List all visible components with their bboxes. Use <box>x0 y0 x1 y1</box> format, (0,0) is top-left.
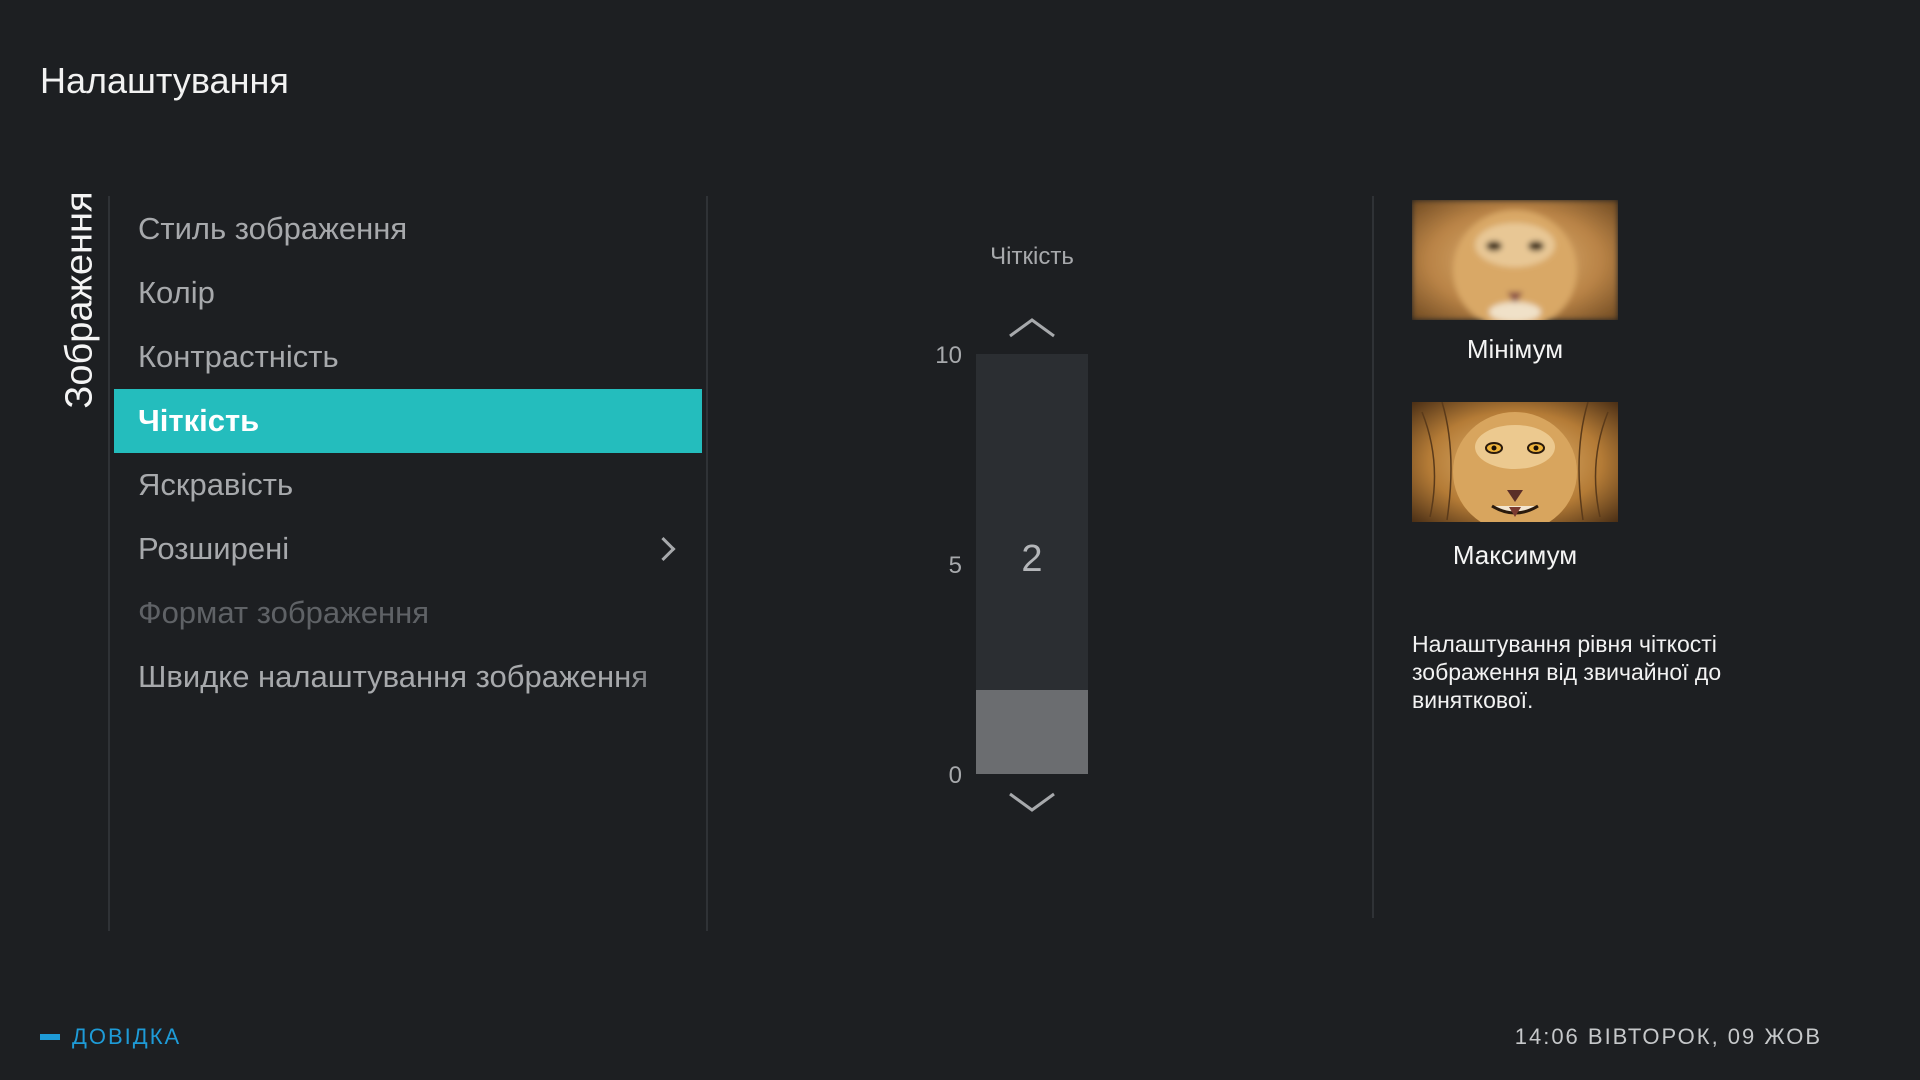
menu-item-label: Стиль зображення <box>138 211 408 246</box>
menu-item-quick-picture-setup[interactable]: Швидке налаштування зображення <box>114 645 702 709</box>
datetime-status: 14:06 ВІВТОРОК, 09 ЖОВ <box>1514 1024 1822 1049</box>
minus-key-icon <box>40 1034 60 1040</box>
menu-item-label: Яскравість <box>138 467 294 502</box>
menu-item-label: Чіткість <box>138 403 260 438</box>
lion-preview-min-image <box>1412 200 1618 320</box>
settings-menu: Стиль зображення Колір Контрастність Чіт… <box>114 197 702 709</box>
slider-title: Чіткість <box>990 243 1074 270</box>
menu-item-picture-format: Формат зображення <box>114 581 702 645</box>
tick-label-mid: 5 <box>948 552 962 579</box>
lion-preview-max-image <box>1412 402 1618 522</box>
slider-value: 2 <box>1021 538 1043 580</box>
section-title-vertical: Зображення <box>58 191 101 409</box>
preview-min-caption: Мінімум <box>1466 334 1564 364</box>
tick-label-min: 0 <box>948 762 962 789</box>
menu-item-label: Формат зображення <box>138 595 430 630</box>
menu-item-advanced[interactable]: Розширені <box>114 517 702 581</box>
help-button[interactable]: ДОВІДКА <box>40 1024 181 1050</box>
divider-right <box>1372 196 1374 918</box>
menu-item-label: Контрастність <box>138 339 339 374</box>
menu-item-picture-style[interactable]: Стиль зображення <box>114 197 702 261</box>
menu-item-contrast[interactable]: Контрастність <box>114 325 702 389</box>
page-title: Налаштування <box>40 60 289 101</box>
menu-item-label: Швидке налаштування зображення <box>138 659 649 694</box>
text-fade <box>622 645 702 709</box>
menu-item-brightness[interactable]: Яскравість <box>114 453 702 517</box>
setting-description: Налаштування рівня чіткості зображення в… <box>1412 631 1722 713</box>
chevron-up-icon[interactable] <box>1008 316 1056 340</box>
menu-item-color[interactable]: Колір <box>114 261 702 325</box>
preview-max-caption: Максимум <box>1452 540 1578 570</box>
help-label: ДОВІДКА <box>72 1024 182 1049</box>
divider-menu <box>706 196 708 931</box>
chevron-right-icon <box>651 536 676 562</box>
menu-item-label: Колір <box>138 275 215 310</box>
menu-item-sharpness[interactable]: Чіткість <box>114 389 702 453</box>
divider-left <box>108 196 110 931</box>
tick-label-max: 10 <box>935 342 962 369</box>
slider-fill <box>976 690 1088 774</box>
menu-item-label: Розширені <box>138 531 290 566</box>
chevron-down-icon[interactable] <box>1008 790 1056 814</box>
